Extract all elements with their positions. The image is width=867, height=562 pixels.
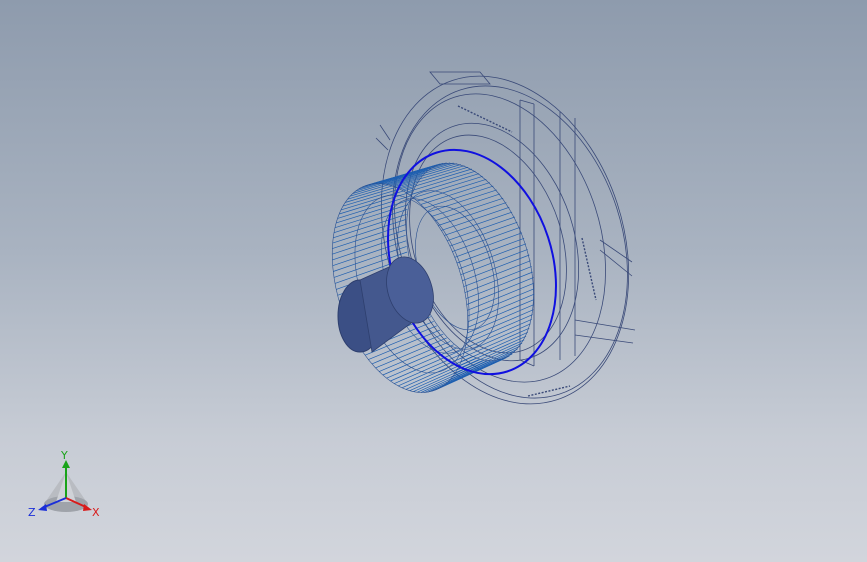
- z-axis-label: Z: [28, 506, 36, 519]
- y-axis-label: Y: [60, 449, 68, 462]
- flange-body: [375, 71, 636, 405]
- x-axis-label: X: [92, 506, 100, 519]
- orientation-triad[interactable]: Y X Z: [26, 448, 106, 520]
- 3d-model-wireframe[interactable]: [0, 0, 867, 562]
- graphics-viewport[interactable]: Y X Z: [0, 0, 867, 562]
- z-axis-arrow-icon: [38, 504, 47, 511]
- gear-rings: [331, 163, 534, 393]
- shaft-cylinder: [337, 256, 434, 353]
